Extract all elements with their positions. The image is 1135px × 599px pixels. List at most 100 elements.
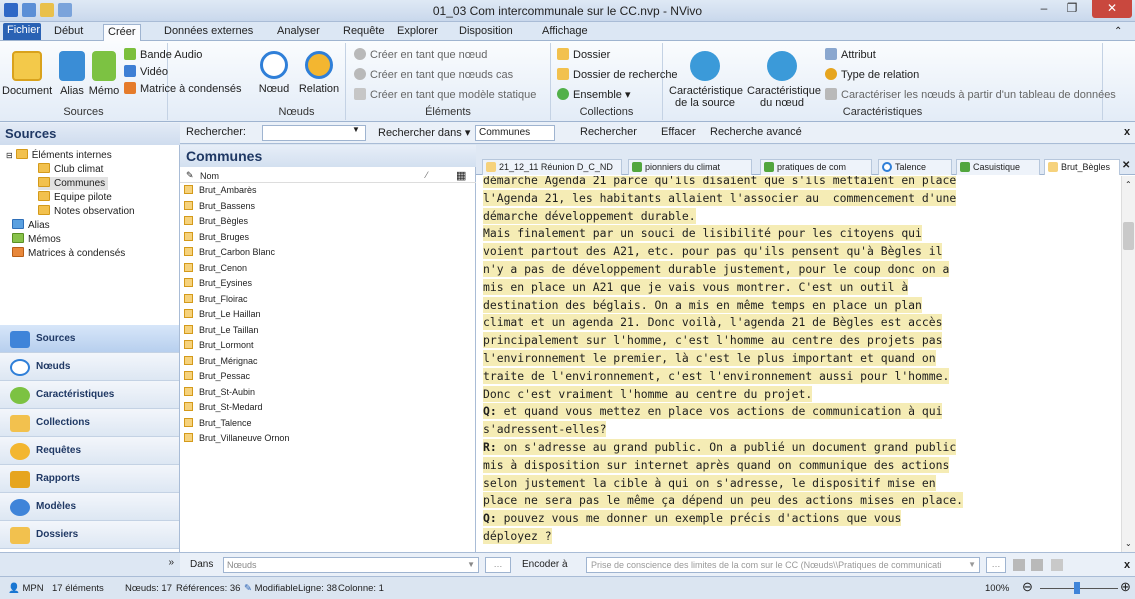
tree-item-notes-observation[interactable]: Notes observation xyxy=(38,205,135,218)
nav-models-button[interactable]: Modèles xyxy=(0,493,179,521)
tab-creer[interactable]: Créer xyxy=(103,24,141,42)
relation-button[interactable]: Relation xyxy=(296,51,342,95)
search-input[interactable] xyxy=(262,125,366,141)
list-item[interactable]: Brut_Bruges xyxy=(184,231,464,243)
attribute-button[interactable]: Attribut xyxy=(825,47,876,63)
list-item[interactable]: Brut_Talence xyxy=(184,417,464,429)
doc-tab-pratiques[interactable]: pratiques de com xyxy=(760,159,872,175)
doc-tab-brut-begles[interactable]: Brut_Bègles xyxy=(1044,159,1120,175)
close-button[interactable]: ✕ xyxy=(1092,0,1132,18)
zoom-in-icon[interactable]: ⊕ xyxy=(1120,579,1131,595)
tab-debut[interactable]: Début xyxy=(50,24,87,41)
nav-reports-button[interactable]: Rapports xyxy=(0,465,179,493)
overflow-chevron-icon[interactable]: » xyxy=(168,557,174,568)
nav-folders-button[interactable]: Dossiers xyxy=(0,521,179,549)
doc-tab-pionniers[interactable]: pionniers du climat xyxy=(628,159,752,175)
close-coding-bar-button[interactable]: x xyxy=(1124,559,1130,571)
tree-item-club-climat[interactable]: Club climat xyxy=(38,163,103,176)
nav-nodes-button[interactable]: Nœuds xyxy=(0,353,179,381)
doc-tab-casuistique[interactable]: Casuistique xyxy=(956,159,1040,175)
document-text[interactable]: démarche Agenda 21 parce qu'ils disaient… xyxy=(483,176,1118,552)
zoom-out-icon[interactable]: ⊖ xyxy=(1022,579,1033,595)
list-item[interactable]: Brut_Bassens xyxy=(184,200,464,212)
nav-sources-button[interactable]: Sources xyxy=(0,325,179,353)
video-button[interactable]: Vidéo xyxy=(124,64,168,80)
list-item[interactable]: Brut_Eysines xyxy=(184,278,464,289)
column-chooser-icon[interactable]: ▦ xyxy=(456,169,466,182)
sort-icon[interactable]: ⁄ xyxy=(426,170,428,180)
set-button[interactable]: Ensemble ▾ xyxy=(557,87,631,103)
ribbon-collapse-icon[interactable]: ⌃ xyxy=(1110,24,1126,41)
create-as-model-button[interactable]: Créer en tant que modèle statique xyxy=(354,87,536,103)
tree-item-alias[interactable]: Alias xyxy=(12,219,50,232)
search-folder-button[interactable]: Dossier de recherche xyxy=(557,67,678,83)
code-at-select[interactable]: Prise de conscience des limites de la co… xyxy=(586,557,980,573)
close-tab-icon[interactable]: ✕ xyxy=(1122,160,1130,171)
tab-analyser[interactable]: Analyser xyxy=(273,24,324,41)
tree-item-communes[interactable]: Communes xyxy=(38,177,109,190)
tab-explorer[interactable]: Explorer xyxy=(393,24,442,41)
doc-tab-talence[interactable]: Talence xyxy=(878,159,952,175)
search-in-button[interactable]: Rechercher dans ▾ xyxy=(378,126,470,139)
list-item[interactable]: Brut_Ambarès xyxy=(184,185,464,196)
node-classification-button[interactable]: Caractéristique du nœud xyxy=(747,51,821,109)
list-item[interactable]: Brut_St-Medard xyxy=(184,402,464,413)
tab-fichier[interactable]: Fichier xyxy=(3,23,41,40)
search-dropdown-icon[interactable]: ▼ xyxy=(352,125,360,134)
create-as-node-button[interactable]: Créer en tant que nœud xyxy=(354,47,487,63)
minimize-button[interactable]: – xyxy=(1031,0,1057,18)
tab-requete[interactable]: Requête xyxy=(339,24,389,41)
advanced-find-button[interactable]: Recherche avancé xyxy=(710,126,802,138)
list-item[interactable]: Brut_Le Haillan xyxy=(184,309,464,320)
close-find-bar-button[interactable]: x xyxy=(1124,126,1130,138)
nav-classifications-button[interactable]: Caractéristiques xyxy=(0,381,179,409)
list-item[interactable]: Brut_Carbon Blanc xyxy=(184,247,464,258)
node-button[interactable]: Nœud xyxy=(254,51,294,95)
create-as-case-button[interactable]: Créer en tant que nœuds cas xyxy=(354,67,513,83)
list-item[interactable]: Brut_Floirac xyxy=(184,293,464,305)
nav-queries-button[interactable]: Requêtes xyxy=(0,437,179,465)
list-item[interactable]: Brut_Villaneuve Ornon xyxy=(184,433,464,444)
list-item[interactable]: Brut_St-Aubin xyxy=(184,386,464,398)
in-select[interactable]: Nœuds ▼ xyxy=(223,557,479,573)
code-in-vivo-icon[interactable] xyxy=(1031,559,1043,571)
doc-tab-reunion[interactable]: 21_12_11 Réunion D_C_ND xyxy=(482,159,622,175)
list-item[interactable]: Brut_Le Taillan xyxy=(184,324,464,336)
tree-item-memos[interactable]: Mémos xyxy=(12,233,61,246)
scroll-thumb[interactable] xyxy=(1123,222,1134,250)
list-item[interactable]: Brut_Mérignac xyxy=(184,355,464,367)
vertical-scrollbar[interactable]: ⌃ ⌄ xyxy=(1121,176,1135,552)
tab-disposition[interactable]: Disposition xyxy=(455,24,517,41)
tree-item-equipe-pilote[interactable]: Equipe pilote xyxy=(38,191,112,204)
classify-from-dataset-button[interactable]: Caractériser les nœuds à partir d'un tab… xyxy=(825,87,1116,103)
relation-type-button[interactable]: Type de relation xyxy=(825,67,919,83)
source-classification-button[interactable]: Caractéristique de la source xyxy=(669,51,743,109)
scroll-up-icon[interactable]: ⌃ xyxy=(1125,180,1132,189)
clear-button[interactable]: Effacer xyxy=(661,126,696,138)
find-now-button[interactable]: Rechercher xyxy=(580,126,637,138)
uncode-icon[interactable] xyxy=(1051,559,1063,571)
in-browse-button[interactable]: … xyxy=(485,557,511,573)
alias-button[interactable]: Alias xyxy=(56,51,88,97)
list-item[interactable]: Brut_Bègles xyxy=(184,216,464,227)
collapse-icon[interactable]: ⊟ xyxy=(6,151,13,160)
maximize-button[interactable]: ❐ xyxy=(1059,0,1085,18)
list-item[interactable]: Brut_Lormont xyxy=(184,340,464,351)
search-scope-field[interactable]: Communes xyxy=(475,125,555,141)
tree-item-internals[interactable]: ⊟ Éléments internes xyxy=(6,149,112,162)
nav-collections-button[interactable]: Collections xyxy=(0,409,179,437)
column-header-name[interactable]: Nom xyxy=(200,171,219,181)
tab-donnees-externes[interactable]: Données externes xyxy=(160,24,257,41)
code-browse-button[interactable]: … xyxy=(986,557,1006,573)
scroll-down-icon[interactable]: ⌄ xyxy=(1125,539,1132,548)
tree-item-matrices[interactable]: Matrices à condensés xyxy=(12,247,125,260)
list-item[interactable]: Brut_Cenon xyxy=(184,262,464,274)
document-button[interactable]: Document xyxy=(2,51,52,97)
list-item[interactable]: Brut_Pessac xyxy=(184,371,464,382)
nav-overflow-bar: » xyxy=(0,552,180,576)
tab-affichage[interactable]: Affichage xyxy=(538,24,592,41)
memo-button[interactable]: Mémo xyxy=(88,51,120,97)
folder-button[interactable]: Dossier xyxy=(557,47,610,63)
code-icon[interactable] xyxy=(1013,559,1025,571)
zoom-slider-thumb[interactable] xyxy=(1074,582,1080,594)
